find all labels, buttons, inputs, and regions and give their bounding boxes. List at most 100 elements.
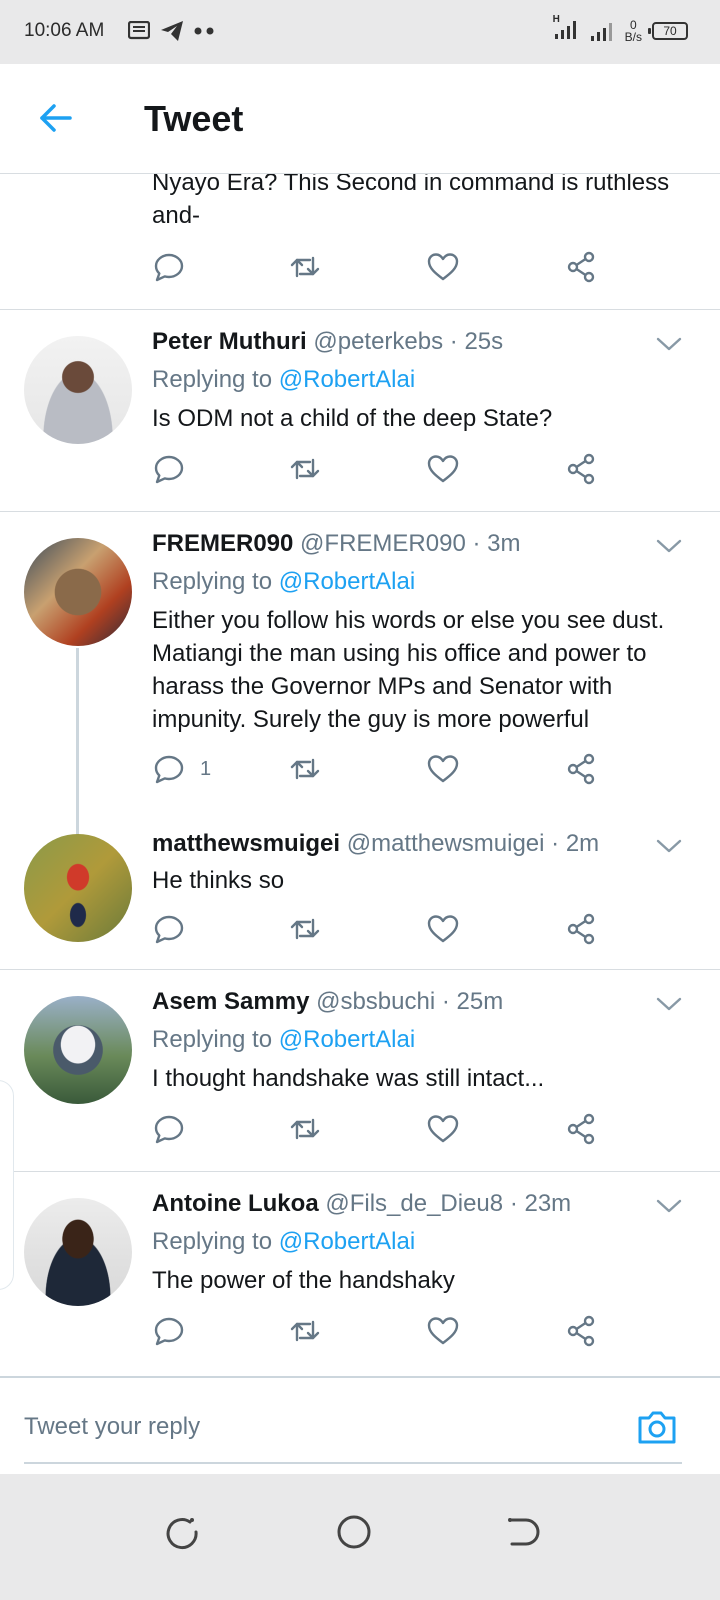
tweet-partial[interactable]: Nyayo Era? This Second in command is rut… <box>0 174 720 310</box>
reply-button[interactable] <box>152 1112 186 1146</box>
camera-icon[interactable] <box>634 1404 680 1450</box>
user-name[interactable]: Asem Sammy <box>152 988 309 1015</box>
thread-line <box>76 648 79 838</box>
like-button[interactable] <box>426 1314 460 1348</box>
share-button[interactable] <box>564 752 598 786</box>
mention-link[interactable]: @RobertAlai <box>279 568 415 595</box>
tweet-time: · 2m <box>551 830 600 857</box>
share-button[interactable] <box>564 250 598 284</box>
like-button[interactable] <box>426 912 460 946</box>
share-icon <box>567 1315 595 1347</box>
replying-to: Replying to @RobertAlai <box>152 568 416 595</box>
battery-icon: 70 <box>648 21 688 40</box>
avatar[interactable] <box>24 336 132 444</box>
reply-input[interactable] <box>24 1400 604 1454</box>
tweet-item[interactable]: Peter Muthuri @peterkebs · 25s Replying … <box>0 310 720 512</box>
chevron-down-icon[interactable] <box>656 1198 682 1214</box>
tweet-text: I thought handshake was still intact... <box>152 1065 545 1092</box>
reply-icon <box>154 755 184 784</box>
retweet-button[interactable] <box>288 250 322 284</box>
tweet-actions <box>152 1112 612 1152</box>
retweet-button[interactable] <box>288 752 322 786</box>
tweet-time: · 25s <box>449 328 504 355</box>
tweet-item[interactable]: Antoine Lukoa @Fils_de_Dieu8 · 23m Reply… <box>0 1172 720 1374</box>
reply-icon <box>154 915 184 944</box>
reply-icon <box>154 253 184 282</box>
reply-bar <box>0 1376 720 1472</box>
tweet-time: · 23m <box>509 1190 572 1217</box>
retweet-icon <box>290 1320 320 1342</box>
tweet-actions <box>152 452 612 492</box>
user-name[interactable]: Antoine Lukoa <box>152 1190 319 1217</box>
reply-underline <box>24 1462 682 1464</box>
avatar[interactable] <box>24 538 132 646</box>
top-app-bar: Tweet <box>0 64 720 174</box>
tweet-item[interactable]: FREMER090 @FREMER090 · 3m Replying to @R… <box>0 512 720 838</box>
heart-icon <box>427 755 459 783</box>
like-button[interactable] <box>426 1112 460 1146</box>
mention-link[interactable]: @RobertAlai <box>279 1228 415 1255</box>
tweet-text: The power of the handshaky <box>152 1267 455 1294</box>
tweet-text: Nyayo Era? This Second in command is rut… <box>152 174 670 229</box>
reply-button[interactable] <box>152 452 186 486</box>
edge-panel-handle[interactable] <box>0 1080 14 1290</box>
avatar[interactable] <box>24 996 132 1104</box>
retweet-button[interactable] <box>288 452 322 486</box>
chevron-down-icon[interactable] <box>656 996 682 1012</box>
reply-button[interactable] <box>152 250 186 284</box>
tweet-actions <box>152 1314 612 1354</box>
notification-icons <box>128 20 218 42</box>
replying-to: Replying to @RobertAlai <box>152 1228 416 1255</box>
heart-icon <box>427 253 459 281</box>
user-name[interactable]: FREMER090 <box>152 530 293 557</box>
share-button[interactable] <box>564 1112 598 1146</box>
user-handle: @peterkebs <box>313 328 444 355</box>
user-name[interactable]: Peter Muthuri <box>152 328 307 355</box>
signal-icon <box>590 22 612 41</box>
share-icon <box>567 251 595 283</box>
like-button[interactable] <box>426 250 460 284</box>
like-button[interactable] <box>426 452 460 486</box>
reply-button[interactable] <box>152 912 186 946</box>
back-nav-icon[interactable] <box>502 1512 542 1552</box>
share-button[interactable] <box>564 1314 598 1348</box>
reply-button[interactable]: 1 <box>152 752 211 786</box>
share-icon <box>567 1113 595 1145</box>
message-icon <box>128 21 150 40</box>
share-button[interactable] <box>564 912 598 946</box>
retweet-button[interactable] <box>288 1314 322 1348</box>
status-time: 10:06 AM <box>24 20 105 41</box>
share-button[interactable] <box>564 452 598 486</box>
back-arrow-icon[interactable] <box>36 98 76 138</box>
retweet-icon <box>290 758 320 780</box>
heart-icon <box>427 1317 459 1345</box>
tweet-text: Is ODM not a child of the deep State? <box>152 405 553 432</box>
reply-icon <box>154 455 184 484</box>
share-icon <box>567 753 595 785</box>
retweet-button[interactable] <box>288 912 322 946</box>
chevron-down-icon[interactable] <box>656 336 682 352</box>
recents-icon[interactable] <box>162 1512 202 1552</box>
mention-link[interactable]: @RobertAlai <box>279 366 415 393</box>
tweet-item[interactable]: matthewsmuigei @matthewsmuigei · 2m He t… <box>0 812 720 970</box>
like-button[interactable] <box>426 752 460 786</box>
mention-link[interactable]: @RobertAlai <box>279 1026 415 1053</box>
tweet-item[interactable]: Asem Sammy @sbsbuchi · 25m Replying to @… <box>0 970 720 1172</box>
retweet-button[interactable] <box>288 1112 322 1146</box>
user-name[interactable]: matthewsmuigei <box>152 830 340 857</box>
chevron-down-icon[interactable] <box>656 538 682 554</box>
chevron-down-icon[interactable] <box>656 838 682 854</box>
more-notifications-icon <box>194 27 214 35</box>
share-icon <box>567 913 595 945</box>
replying-to: Replying to @RobertAlai <box>152 366 416 393</box>
user-handle: @matthewsmuigei <box>346 830 545 857</box>
home-icon[interactable] <box>334 1512 374 1552</box>
heart-icon <box>427 1115 459 1143</box>
reply-button[interactable] <box>152 1314 186 1348</box>
avatar[interactable] <box>24 834 132 942</box>
tweet-feed[interactable]: Nyayo Era? This Second in command is rut… <box>0 174 720 1402</box>
tweet-actions <box>152 912 612 952</box>
avatar[interactable] <box>24 1198 132 1306</box>
network-speed: 0 B/s <box>624 17 642 44</box>
telegram-icon <box>161 21 183 41</box>
